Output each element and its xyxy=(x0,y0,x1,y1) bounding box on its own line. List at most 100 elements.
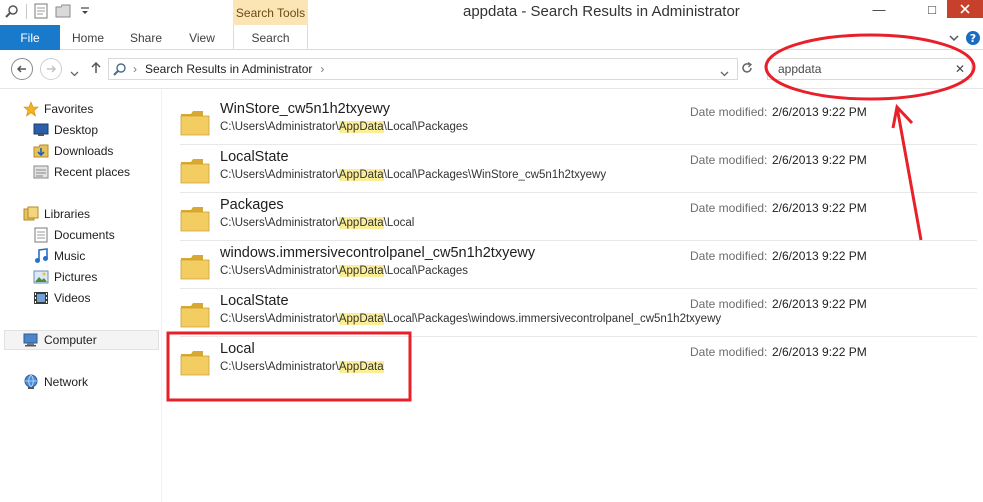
music-icon xyxy=(33,248,49,264)
result-name: LocalState xyxy=(220,149,289,165)
forward-button[interactable] xyxy=(40,58,62,80)
tab-share[interactable]: Share xyxy=(122,25,170,50)
folder-icon xyxy=(180,108,210,136)
nav-label: Videos xyxy=(54,291,91,305)
result-path: C:\Users\Administrator\AppData\Local xyxy=(220,217,415,229)
nav-label: Favorites xyxy=(44,102,94,116)
explorer-window: Search Tools appdata - Search Results in… xyxy=(0,0,983,502)
result-item[interactable]: windows.immersivecontrolpanel_cw5n1h2txy… xyxy=(180,242,977,289)
up-arrow-icon[interactable] xyxy=(89,61,105,77)
date-modified-label: Date modified: xyxy=(690,105,768,119)
nav-network[interactable]: Network xyxy=(23,372,88,392)
result-item[interactable]: Packages C:\Users\Administrator\AppData\… xyxy=(180,194,977,241)
search-results-icon xyxy=(109,62,131,76)
search-box[interactable]: appdata ✕ xyxy=(767,58,972,80)
nav-label: Libraries xyxy=(44,207,91,221)
result-path: C:\Users\Administrator\AppData\Local\Pac… xyxy=(220,313,722,325)
tab-home[interactable]: Home xyxy=(64,25,112,50)
result-item[interactable]: LocalState C:\Users\Administrator\AppDat… xyxy=(180,290,977,337)
result-name: windows.immersivecontrolpanel_cw5n1h2txy… xyxy=(220,245,536,261)
documents-icon xyxy=(33,227,49,243)
libraries-icon xyxy=(23,206,39,222)
address-bar[interactable]: › Search Results in Administrator › xyxy=(108,58,738,80)
result-name: LocalState xyxy=(220,293,289,309)
nav-computer[interactable]: Computer xyxy=(4,330,159,350)
toolbar-divider xyxy=(26,3,27,19)
nav-label: Downloads xyxy=(54,144,114,158)
result-item[interactable]: Local C:\Users\Administrator\AppData Dat… xyxy=(180,338,977,385)
nav-favorites[interactable]: Favorites xyxy=(23,99,93,119)
recent-places-icon xyxy=(33,164,49,180)
videos-icon xyxy=(33,290,49,306)
result-name: Packages xyxy=(220,197,284,213)
nav-music[interactable]: Music xyxy=(33,246,85,266)
result-path: C:\Users\Administrator\AppData\Local\Pac… xyxy=(220,121,469,133)
result-name: Local xyxy=(220,341,255,357)
nav-label: Recent places xyxy=(54,165,131,179)
date-modified-label: Date modified: xyxy=(690,345,768,359)
navigation-pane: Favorites Desktop Downloads Recent place… xyxy=(0,90,162,502)
recent-locations-chevron-icon[interactable] xyxy=(70,65,80,77)
back-button[interactable] xyxy=(11,58,33,80)
date-modified-value: 2/6/2013 9:22 PM xyxy=(772,297,867,311)
search-input[interactable]: appdata xyxy=(778,62,821,76)
tab-view[interactable]: View xyxy=(178,25,226,50)
title-bar: Search Tools appdata - Search Results in… xyxy=(0,0,983,25)
nav-documents[interactable]: Documents xyxy=(33,225,115,245)
search-term-highlight: AppData xyxy=(338,121,384,133)
new-folder-icon[interactable] xyxy=(55,3,71,19)
expand-ribbon-icon[interactable] xyxy=(948,31,962,45)
svg-text:?: ? xyxy=(970,32,976,45)
nav-label: Network xyxy=(44,375,89,389)
folder-icon xyxy=(180,348,210,376)
date-modified-label: Date modified: xyxy=(690,249,768,263)
result-path: C:\Users\Administrator\AppData\Local\Pac… xyxy=(220,265,469,277)
properties-icon[interactable] xyxy=(33,3,49,19)
search-term-highlight: AppData xyxy=(338,313,384,325)
breadcrumb-separator-end[interactable]: › xyxy=(320,62,324,76)
result-name: WinStore_cw5n1h2txyewy xyxy=(220,101,391,117)
close-button[interactable] xyxy=(947,0,983,18)
folder-icon xyxy=(180,204,210,232)
result-item[interactable]: WinStore_cw5n1h2txyewy C:\Users\Administ… xyxy=(180,98,977,145)
minimize-button[interactable]: — xyxy=(866,0,892,18)
result-item[interactable]: LocalState C:\Users\Administrator\AppDat… xyxy=(180,146,977,193)
star-icon xyxy=(23,101,39,117)
nav-downloads[interactable]: Downloads xyxy=(33,141,113,161)
window-search-icon[interactable] xyxy=(4,3,20,19)
nav-videos[interactable]: Videos xyxy=(33,288,90,308)
clear-search-button[interactable]: ✕ xyxy=(955,62,965,76)
date-modified-value: 2/6/2013 9:22 PM xyxy=(772,105,867,119)
date-modified-label: Date modified: xyxy=(690,201,768,215)
address-history-chevron-icon[interactable] xyxy=(720,65,730,77)
search-term-highlight: AppData xyxy=(338,169,384,181)
folder-icon xyxy=(180,252,210,280)
address-row: › Search Results in Administrator › appd… xyxy=(0,51,983,89)
nav-pictures[interactable]: Pictures xyxy=(33,267,97,287)
breadcrumb-separator[interactable]: › xyxy=(133,62,137,76)
network-icon xyxy=(23,374,39,390)
search-term-highlight: AppData xyxy=(338,361,384,373)
search-tools-context-label: Search Tools xyxy=(233,0,308,25)
search-term-highlight: AppData xyxy=(338,217,384,229)
maximize-button[interactable]: □ xyxy=(919,0,945,18)
folder-icon xyxy=(180,300,210,328)
folder-icon xyxy=(180,156,210,184)
tab-search[interactable]: Search xyxy=(233,25,308,50)
customize-toolbar-icon[interactable] xyxy=(77,3,93,19)
date-modified-value: 2/6/2013 9:22 PM xyxy=(772,201,867,215)
ribbon-tab-bar: File Home Share View Search ? xyxy=(0,25,983,50)
window-title: appdata - Search Results in Administrato… xyxy=(463,3,740,20)
date-modified-value: 2/6/2013 9:22 PM xyxy=(772,153,867,167)
downloads-icon xyxy=(33,143,49,159)
nav-libraries[interactable]: Libraries xyxy=(23,204,90,224)
nav-recent-places[interactable]: Recent places xyxy=(33,162,130,182)
help-icon[interactable]: ? xyxy=(965,30,981,46)
breadcrumb-location[interactable]: Search Results in Administrator xyxy=(145,62,312,76)
refresh-icon[interactable] xyxy=(740,61,756,77)
nav-desktop[interactable]: Desktop xyxy=(33,120,98,140)
tab-file[interactable]: File xyxy=(0,25,60,50)
nav-label: Music xyxy=(54,249,86,263)
nav-label: Pictures xyxy=(54,270,98,284)
result-path: C:\Users\Administrator\AppData xyxy=(220,361,384,373)
